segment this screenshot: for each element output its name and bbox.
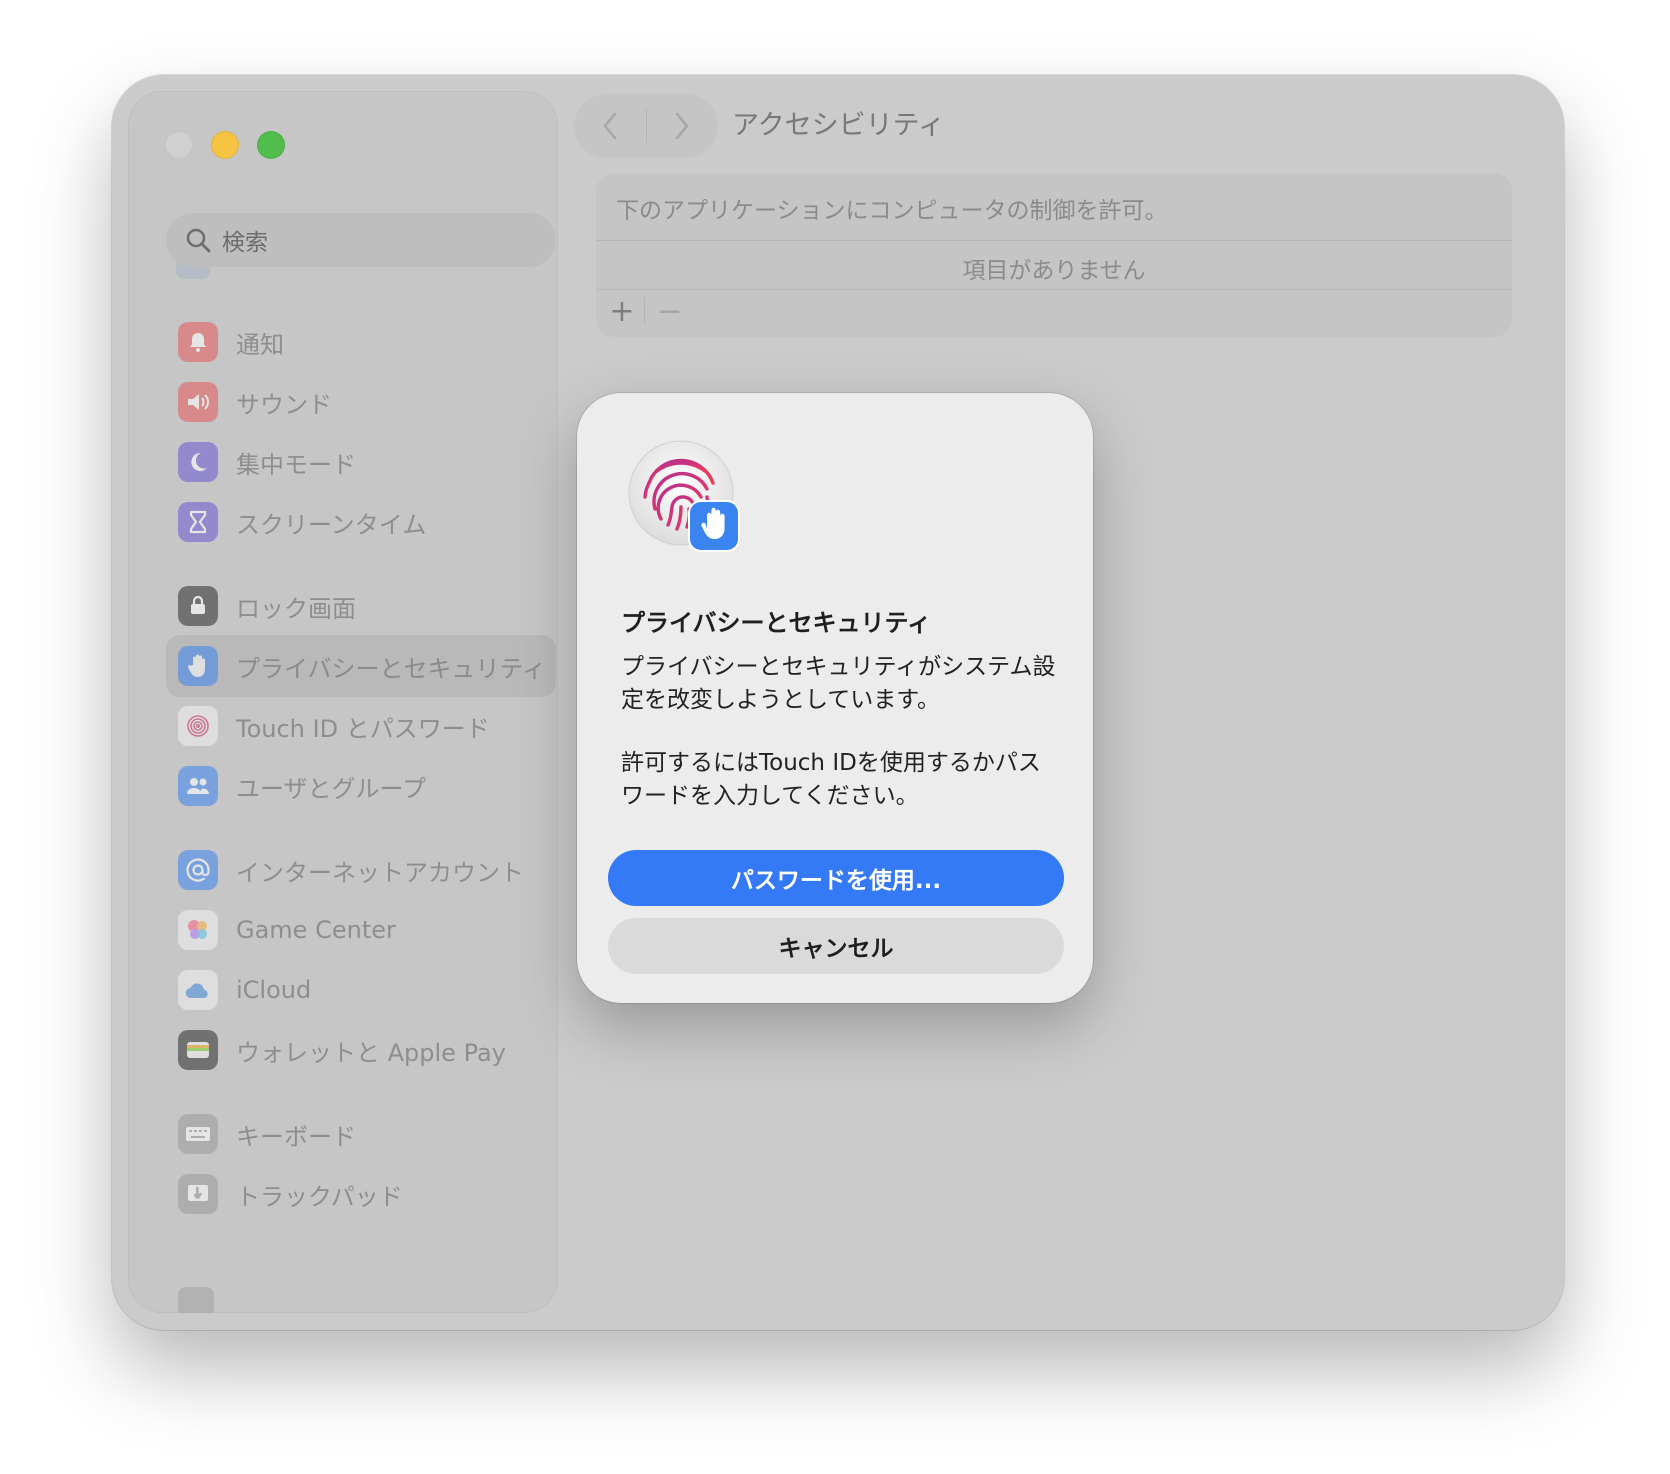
sidebar-item-label: Game Center xyxy=(236,916,396,944)
sidebar-item-label: キーボード xyxy=(236,1122,356,1151)
search-placeholder: 検索 xyxy=(222,230,268,256)
sidebar-item-screen-time[interactable]: スクリーンタイム xyxy=(166,491,556,553)
forward-button[interactable] xyxy=(647,94,719,158)
sidebar-item-label: サウンド xyxy=(236,390,332,419)
divider xyxy=(596,289,1512,290)
partially-hidden-sidebar-icon xyxy=(178,1287,214,1313)
hourglass-icon xyxy=(178,502,218,542)
back-button[interactable] xyxy=(574,94,646,158)
close-window-button[interactable] xyxy=(165,131,193,159)
chevron-left-icon xyxy=(603,112,617,140)
cancel-button[interactable]: キャンセル xyxy=(608,918,1064,974)
sidebar-item-privacy-security[interactable]: プライバシーとセキュリティ xyxy=(166,635,556,697)
bell-icon xyxy=(178,322,218,362)
sidebar-item-users-groups[interactable]: ユーザとグループ xyxy=(166,755,556,817)
hand-icon xyxy=(178,646,218,686)
sidebar-item-keyboard[interactable]: キーボード xyxy=(166,1103,556,1165)
system-settings-window: 検索 通知 サウンド 集中モード スクリーンタイム ロック画面 プライバシーとセ… xyxy=(112,75,1564,1330)
sidebar-item-label: 集中モード xyxy=(236,450,356,479)
sidebar-item-label: ウォレットと Apple Pay xyxy=(236,1038,506,1067)
at-icon xyxy=(178,850,218,890)
sidebar: 検索 通知 サウンド 集中モード スクリーンタイム ロック画面 プライバシーとセ… xyxy=(128,91,558,1313)
sidebar-item-label: ユーザとグループ xyxy=(236,774,427,803)
search-icon xyxy=(184,226,212,254)
dialog-message: プライバシーとセキュリティがシステム設定を改変しようとしています。 xyxy=(621,654,1056,713)
wallet-icon xyxy=(178,1030,218,1070)
sidebar-item-notifications[interactable]: 通知 xyxy=(166,311,556,373)
sidebar-item-touch-id[interactable]: Touch ID とパスワード xyxy=(166,695,556,757)
sidebar-item-internet-accounts[interactable]: インターネットアカウント xyxy=(166,839,556,901)
remove-button[interactable]: − xyxy=(652,293,688,329)
zoom-window-button[interactable] xyxy=(257,131,285,159)
touch-id-privacy-icon xyxy=(627,439,743,555)
sidebar-item-label: 通知 xyxy=(236,330,284,359)
add-button[interactable]: + xyxy=(604,293,640,329)
dialog-instruction: 許可するにはTouch IDを使用するかパスワードを入力してください。 xyxy=(621,750,1041,809)
minimize-window-button[interactable] xyxy=(211,131,239,159)
sidebar-item-label: プライバシーとセキュリティ xyxy=(236,654,547,683)
sidebar-item-wallet[interactable]: ウォレットと Apple Pay xyxy=(166,1019,556,1081)
game-center-icon xyxy=(178,910,218,950)
sidebar-item-sound[interactable]: サウンド xyxy=(166,371,556,433)
toolbar-divider xyxy=(644,297,645,325)
search-field[interactable]: 検索 xyxy=(166,213,556,267)
keyboard-icon xyxy=(178,1114,218,1154)
auth-dialog: プライバシーとセキュリティ プライバシーとセキュリティがシステム設定を改変しよう… xyxy=(577,393,1093,1003)
allowed-apps-list: 下のアプリケーションにコンピュータの制御を許可。 項目がありません + − xyxy=(596,173,1512,337)
sidebar-item-label: Touch ID とパスワード xyxy=(236,714,490,743)
sidebar-item-label: ロック画面 xyxy=(236,594,356,623)
sidebar-item-trackpad[interactable]: トラックパッド xyxy=(166,1163,556,1225)
divider xyxy=(596,240,1512,241)
sidebar-item-game-center[interactable]: Game Center xyxy=(166,899,556,961)
page-title: アクセシビリティ xyxy=(732,110,946,141)
trackpad-icon xyxy=(178,1174,218,1214)
sidebar-item-label: スクリーンタイム xyxy=(236,510,427,539)
chevron-right-icon xyxy=(675,112,689,140)
sidebar-item-label: インターネットアカウント xyxy=(236,858,524,887)
sidebar-item-label: トラックパッド xyxy=(236,1182,403,1211)
sidebar-item-focus[interactable]: 集中モード xyxy=(166,431,556,493)
lock-icon xyxy=(178,586,218,626)
use-password-button[interactable]: パスワードを使用... xyxy=(608,850,1064,906)
speaker-icon xyxy=(178,382,218,422)
fingerprint-icon xyxy=(178,706,218,746)
users-icon xyxy=(178,766,218,806)
navigation-buttons xyxy=(574,94,718,158)
sidebar-item-icloud[interactable]: iCloud xyxy=(166,959,556,1021)
empty-list-text: 項目がありません xyxy=(962,258,1146,284)
sidebar-item-label: iCloud xyxy=(236,976,312,1004)
dialog-title: プライバシーとセキュリティ xyxy=(621,609,932,637)
sidebar-item-lock-screen[interactable]: ロック画面 xyxy=(166,575,556,637)
cloud-icon xyxy=(178,970,218,1010)
moon-icon xyxy=(178,442,218,482)
list-description: 下のアプリケーションにコンピュータの制御を許可。 xyxy=(616,198,1168,224)
